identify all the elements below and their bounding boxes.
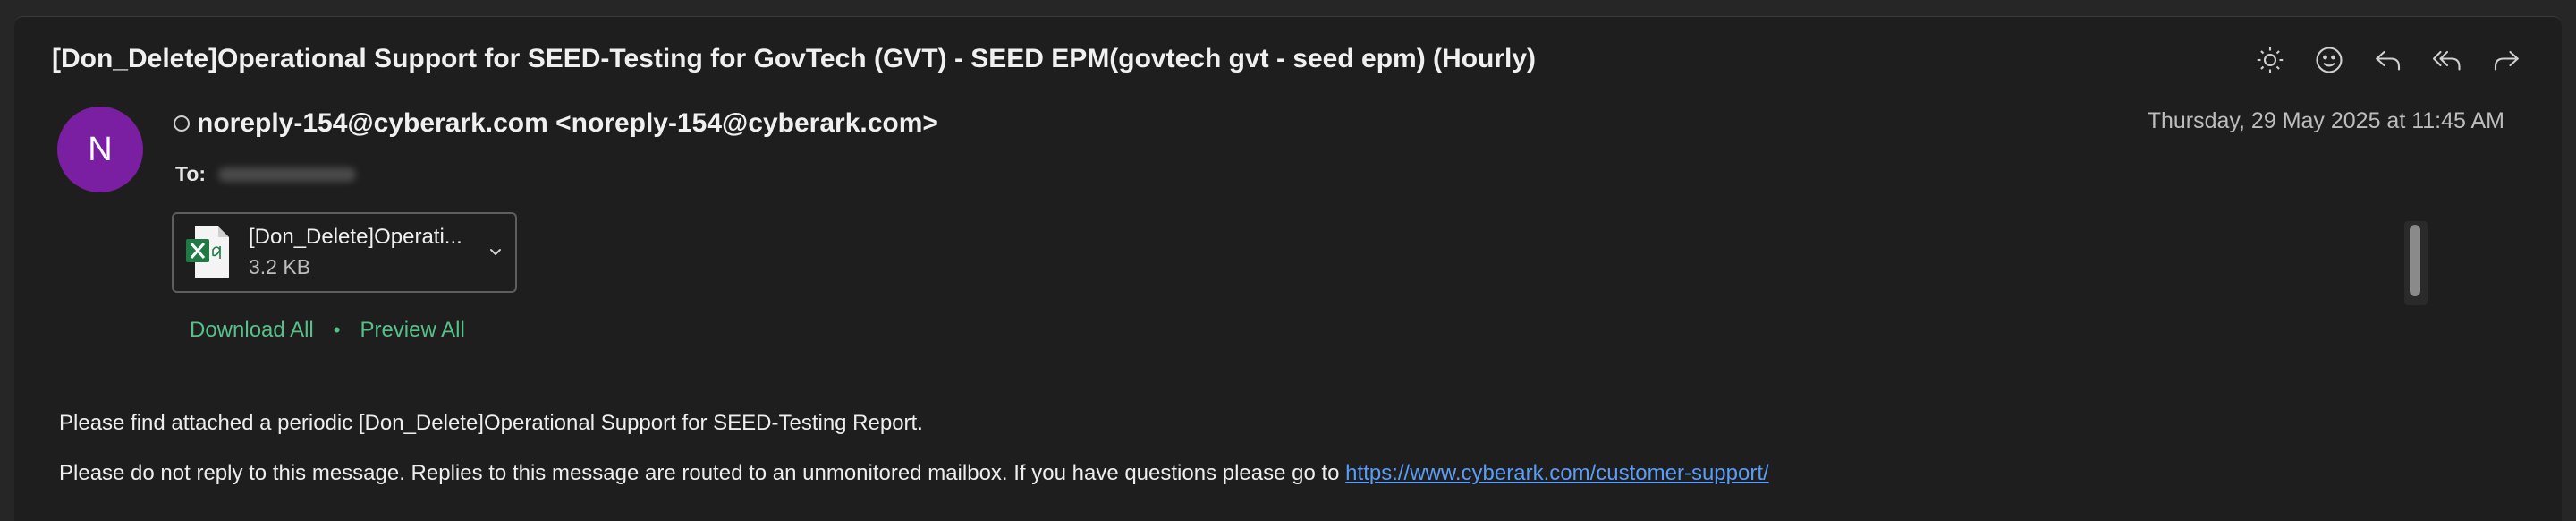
body-paragraph-1: Please find attached a periodic [Don_Del… [59, 411, 923, 435]
excel-file-icon [186, 226, 229, 278]
reply-button[interactable] [2368, 40, 2408, 80]
brightness-button[interactable] [2250, 40, 2290, 80]
sender-avatar[interactable]: N [57, 107, 143, 192]
unread-status-icon[interactable] [174, 115, 190, 132]
reply-all-button[interactable] [2428, 40, 2467, 80]
separator-dot: • [333, 319, 341, 341]
forward-icon [2494, 50, 2519, 71]
sender-row: noreply-154@cyberark.com <noreply-154@cy… [174, 108, 938, 139]
brightness-icon [2257, 47, 2284, 73]
download-all-link[interactable]: Download All [190, 318, 314, 343]
attachment-scrollbar-thumb[interactable] [2410, 225, 2420, 296]
emoji-reaction-button[interactable] [2309, 40, 2349, 80]
recipient-redacted[interactable] [218, 167, 357, 182]
reply-all-icon [2432, 50, 2461, 71]
chevron-down-icon[interactable] [485, 241, 506, 262]
attachment-card[interactable]: [Don_Delete]Operati... 3.2 KB [172, 212, 517, 293]
attachment-name: [Don_Delete]Operati... [249, 225, 462, 249]
emoji-icon [2316, 47, 2343, 73]
to-label: To: [175, 162, 207, 185]
forward-button[interactable] [2487, 40, 2526, 80]
preview-all-link[interactable]: Preview All [360, 318, 464, 343]
reply-icon [2376, 50, 2401, 71]
customer-support-link[interactable]: https://www.cyberark.com/customer-suppor… [1345, 461, 1768, 485]
recipient-row: To: [175, 162, 357, 186]
attachment-actions: Download All • Preview All [190, 318, 465, 343]
email-reading-pane: [Don_Delete]Operational Support for SEED… [14, 16, 2562, 521]
message-toolbar [2250, 40, 2526, 80]
email-subject: [Don_Delete]Operational Support for SEED… [52, 44, 1537, 73]
received-date: Thursday, 29 May 2025 at 11:45 AM [2147, 108, 2504, 133]
attachment-size: 3.2 KB [249, 255, 311, 278]
body-paragraph-2-text: Please do not reply to this message. Rep… [59, 461, 1346, 485]
body-paragraph-2: Please do not reply to this message. Rep… [59, 461, 1769, 486]
sender-address[interactable]: noreply-154@cyberark.com <noreply-154@cy… [197, 108, 938, 139]
